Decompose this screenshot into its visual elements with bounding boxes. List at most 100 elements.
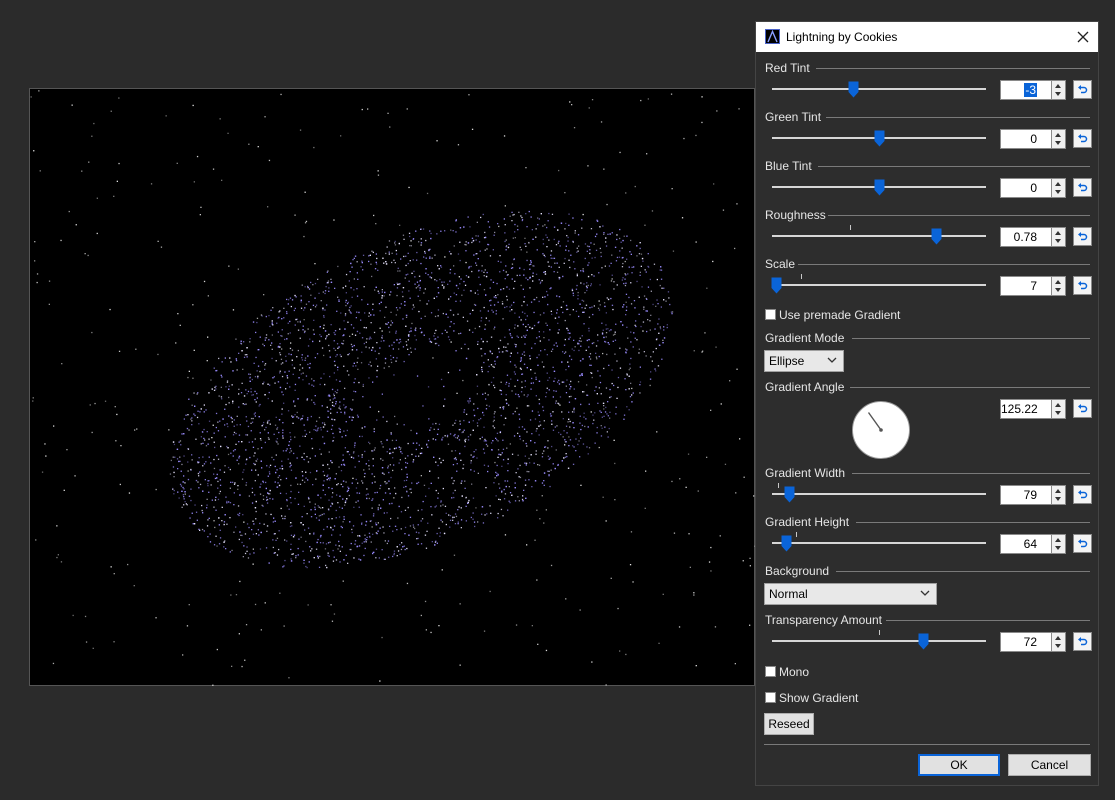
dialog-titlebar: Lightning by Cookies <box>756 22 1098 52</box>
gradient-width-slider-thumb[interactable] <box>784 486 795 503</box>
gradient-width-slider-track[interactable] <box>772 493 986 495</box>
green-tint-value: 0 <box>1030 132 1037 146</box>
section-divider <box>836 571 1090 572</box>
gradient-angle-input[interactable]: 125.22 <box>1000 399 1052 419</box>
section-divider <box>852 338 1090 339</box>
gradient-angle-spinner[interactable] <box>1052 399 1066 419</box>
scale-spinner[interactable] <box>1052 276 1066 296</box>
green-tint-slider-thumb[interactable] <box>874 130 885 147</box>
gradient-width-spinner[interactable] <box>1052 485 1066 505</box>
transparency-amount-slider-thumb[interactable] <box>918 633 929 650</box>
reset-arrow-icon <box>1078 404 1088 413</box>
transparency-amount-input[interactable]: 72 <box>1000 632 1052 652</box>
scale-slider-track[interactable] <box>772 284 986 286</box>
dialog-title: Lightning by Cookies <box>786 30 898 44</box>
close-button[interactable] <box>1068 22 1098 52</box>
reset-arrow-icon <box>1078 183 1088 192</box>
chevron-down-icon <box>827 357 837 363</box>
section-divider <box>826 117 1090 118</box>
green-tint-spinner[interactable] <box>1052 129 1066 149</box>
red-tint-slider-thumb[interactable] <box>848 81 859 98</box>
gradient-width-reset-button[interactable] <box>1073 485 1092 504</box>
gradient-height-slider-track[interactable] <box>772 542 986 544</box>
slider-default-tick <box>796 532 797 537</box>
use-premade-gradient-checkbox[interactable] <box>765 309 776 320</box>
scale-input[interactable]: 7 <box>1000 276 1052 296</box>
transparency-amount-reset-button[interactable] <box>1073 632 1092 651</box>
gradient-height-reset-button[interactable] <box>1073 534 1092 553</box>
slider-default-tick <box>879 630 880 635</box>
green-tint-label: Green Tint <box>765 110 822 124</box>
section-divider <box>852 473 1090 474</box>
section-divider <box>828 215 1090 216</box>
blue-tint-label: Blue Tint <box>765 159 812 173</box>
gradient-height-spinner[interactable] <box>1052 534 1066 554</box>
gradient-angle-value: 125.22 <box>1001 402 1038 416</box>
slider-default-tick <box>801 274 802 279</box>
blue-tint-value: 0 <box>1030 181 1037 195</box>
ok-button[interactable]: OK <box>918 754 1000 776</box>
roughness-reset-button[interactable] <box>1073 227 1092 246</box>
transparency-amount-label: Transparency Amount <box>765 613 882 627</box>
gradient-width-label: Gradient Width <box>765 466 846 480</box>
gradient-height-input[interactable]: 64 <box>1000 534 1052 554</box>
show-gradient-checkbox[interactable] <box>765 692 776 703</box>
red-tint-slider-track[interactable] <box>772 88 986 90</box>
footer-divider <box>764 744 1090 745</box>
red-tint-spinner[interactable] <box>1052 80 1066 100</box>
reseed-button[interactable]: Reseed <box>764 713 814 735</box>
red-tint-value: -3 <box>1024 83 1037 97</box>
gradient-height-label: Gradient Height <box>765 515 850 529</box>
reset-arrow-icon <box>1078 85 1088 94</box>
mono-checkbox[interactable] <box>765 666 776 677</box>
scale-slider-thumb[interactable] <box>771 277 782 294</box>
close-icon <box>1077 31 1089 43</box>
section-divider <box>856 522 1090 523</box>
blue-tint-spinner[interactable] <box>1052 178 1066 198</box>
roughness-spinner[interactable] <box>1052 227 1066 247</box>
gradient-mode-selected: Ellipse <box>769 354 805 368</box>
scale-reset-button[interactable] <box>1073 276 1092 295</box>
gradient-height-slider-thumb[interactable] <box>781 535 792 552</box>
roughness-slider-thumb[interactable] <box>931 228 942 245</box>
use-premade-gradient-label[interactable]: Use premade Gradient <box>779 308 900 322</box>
angle-needle-icon <box>867 412 883 432</box>
mono-label[interactable]: Mono <box>779 665 809 679</box>
gradient-angle-dial[interactable] <box>852 401 910 459</box>
cancel-button[interactable]: Cancel <box>1008 754 1091 776</box>
reset-arrow-icon <box>1078 232 1088 241</box>
green-tint-reset-button[interactable] <box>1073 129 1092 148</box>
section-divider <box>818 166 1090 167</box>
effect-dialog: Lightning by Cookies Red Tint -3 Green T… <box>755 21 1099 786</box>
gradient-height-value: 64 <box>1023 537 1037 551</box>
scale-label: Scale <box>765 257 796 271</box>
roughness-input[interactable]: 0.78 <box>1000 227 1052 247</box>
reset-arrow-icon <box>1078 281 1088 290</box>
lightning-app-icon <box>765 29 780 44</box>
red-tint-reset-button[interactable] <box>1073 80 1092 99</box>
blue-tint-reset-button[interactable] <box>1073 178 1092 197</box>
blue-tint-slider-thumb[interactable] <box>874 179 885 196</box>
background-dropdown[interactable]: Normal <box>764 583 937 605</box>
background-selected: Normal <box>769 587 808 601</box>
gradient-mode-dropdown[interactable]: Ellipse <box>764 350 844 372</box>
roughness-slider-track[interactable] <box>772 235 986 237</box>
image-canvas <box>29 88 756 686</box>
red-tint-input[interactable]: -3 <box>1000 80 1052 100</box>
reset-arrow-icon <box>1078 637 1088 646</box>
blue-tint-input[interactable]: 0 <box>1000 178 1052 198</box>
lightning-particle-render <box>30 90 756 686</box>
gradient-width-input[interactable]: 79 <box>1000 485 1052 505</box>
background-label: Background <box>765 564 830 578</box>
section-divider <box>886 620 1090 621</box>
section-divider <box>798 264 1090 265</box>
section-divider <box>816 68 1090 69</box>
reset-arrow-icon <box>1078 539 1088 548</box>
show-gradient-label[interactable]: Show Gradient <box>779 691 858 705</box>
green-tint-input[interactable]: 0 <box>1000 129 1052 149</box>
gradient-angle-reset-button[interactable] <box>1073 399 1092 418</box>
gradient-width-value: 79 <box>1023 488 1037 502</box>
section-divider <box>850 387 1090 388</box>
transparency-amount-spinner[interactable] <box>1052 632 1066 652</box>
transparency-amount-slider-track[interactable] <box>772 640 986 642</box>
